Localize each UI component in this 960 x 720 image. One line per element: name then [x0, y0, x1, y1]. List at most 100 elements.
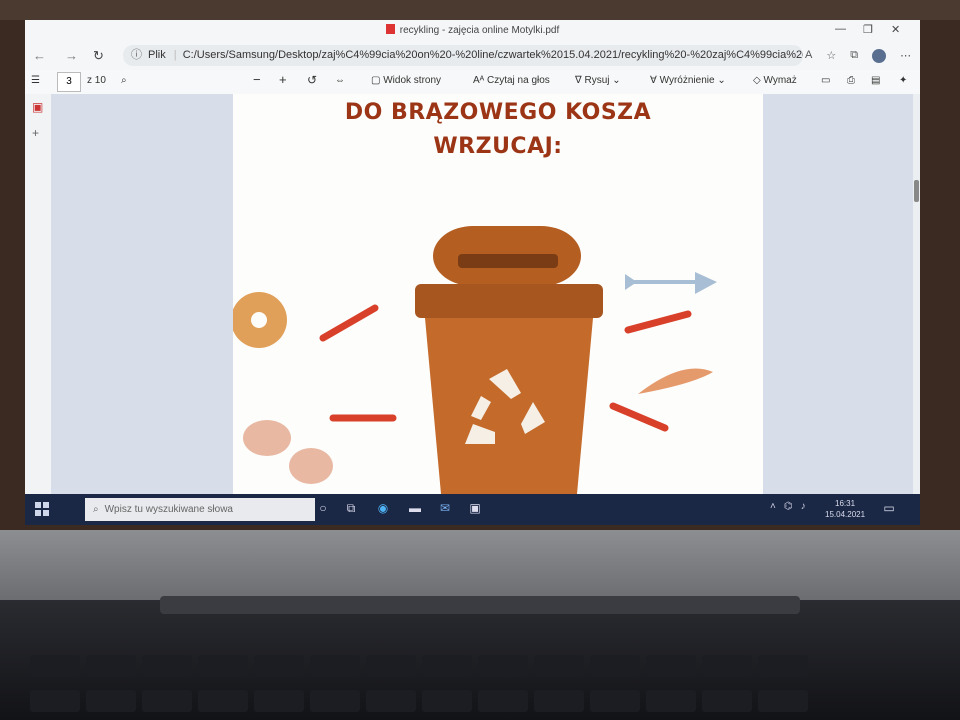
- rotate-icon[interactable]: ↺: [307, 73, 317, 87]
- window-title-text: recykling - zajęcia online Motylki.pdf: [399, 25, 560, 36]
- zoom-in-button[interactable]: +: [279, 72, 287, 87]
- pdf-page: DO BRĄZOWEGO KOSZA WRZUCAJ:: [233, 94, 763, 494]
- chevron-down-icon: ⌄: [612, 75, 621, 86]
- key: [534, 690, 584, 712]
- print-icon[interactable]: ⎙: [847, 75, 855, 86]
- key: [702, 690, 752, 712]
- info-icon: ⓘ: [131, 49, 142, 61]
- network-icon[interactable]: ⌬: [784, 501, 793, 512]
- file-explorer-icon[interactable]: ▬: [407, 501, 423, 517]
- pdf-toolbar: ☰ 3 z 10 ⌕ − + ↺ ⇔ ▢ Widok strony Aᴬ Czy…: [25, 70, 920, 95]
- windows-taskbar: ⌕ Wpisz tu wyszukiwane słowa ○ ⧉ ◉ ▬ ✉ ▣ …: [25, 494, 920, 525]
- key: [254, 655, 304, 677]
- key: [142, 655, 192, 677]
- refresh-icon[interactable]: ↻: [93, 48, 104, 64]
- draw-label: Rysuj: [584, 75, 610, 86]
- key: [142, 690, 192, 712]
- key: [646, 690, 696, 712]
- key: [422, 655, 472, 677]
- arrows-layer: [319, 304, 692, 432]
- laptop-lid-bottom: [0, 530, 960, 600]
- page-view-icon: ▢: [371, 75, 381, 86]
- scrollbar-thumb[interactable]: [914, 180, 919, 202]
- erase-button[interactable]: ◇ Wymaż: [753, 75, 797, 86]
- task-view-icon[interactable]: ⧉: [343, 501, 359, 517]
- vertical-scrollbar[interactable]: [913, 94, 920, 494]
- key: [366, 690, 416, 712]
- notifications-icon[interactable]: ▭: [881, 501, 897, 517]
- read-aloud-label: Czytaj na głos: [486, 75, 550, 86]
- key: [198, 655, 248, 677]
- windows-start-icon[interactable]: [35, 502, 49, 516]
- new-tab-plus-icon[interactable]: +: [32, 126, 39, 140]
- eraser-icon: ◇: [753, 75, 761, 86]
- read-aloud-icon[interactable]: A: [805, 49, 812, 63]
- page-view-button[interactable]: ▢ Widok strony: [371, 75, 441, 86]
- collections-icon[interactable]: ⧉: [850, 49, 858, 63]
- minimize-icon[interactable]: —: [835, 23, 846, 35]
- key: [702, 655, 752, 677]
- taskbar-clock[interactable]: 16:31 15.04.2021: [825, 498, 865, 520]
- highlight-button[interactable]: ∀ Wyróżnienie ⌄: [650, 75, 726, 86]
- maximize-icon[interactable]: ❐: [863, 23, 873, 36]
- key: [758, 690, 808, 712]
- laptop-keyboard: [0, 600, 960, 720]
- arrow-fish: [624, 310, 692, 334]
- key: [758, 655, 808, 677]
- number-key-row: [30, 690, 808, 712]
- taskbar-search-placeholder: Wpisz tu wyszukiwane słowa: [104, 504, 233, 515]
- key: [366, 655, 416, 677]
- chevron-up-icon[interactable]: ˄: [770, 501, 776, 512]
- url-field[interactable]: ⓘ Plik | C:/Users/Samsung/Desktop/zaj%C4%9…: [123, 45, 803, 66]
- forward-arrow-icon[interactable]: →: [65, 48, 78, 63]
- table-of-contents-icon[interactable]: ☰: [31, 75, 40, 86]
- function-key-row: [30, 655, 808, 677]
- draw-button[interactable]: ∇ Rysuj ⌄: [575, 75, 621, 86]
- key: [422, 690, 472, 712]
- key: [534, 655, 584, 677]
- page-view-label: Widok strony: [383, 75, 442, 86]
- read-aloud-button[interactable]: Aᴬ Czytaj na głos: [473, 75, 550, 86]
- url-text: C:/Users/Samsung/Desktop/zaj%C4%99cia%20…: [182, 49, 803, 61]
- comment-icon[interactable]: ▭: [821, 75, 830, 86]
- taskbar-search-input[interactable]: ⌕ Wpisz tu wyszukiwane słowa: [85, 498, 315, 521]
- erase-label: Wymaż: [763, 75, 797, 86]
- key: [310, 690, 360, 712]
- fit-to-width-icon[interactable]: ⇔: [335, 75, 345, 86]
- volume-icon[interactable]: ♪: [801, 501, 806, 512]
- browser-address-bar: ← → ↻ ⓘ Plik | C:/Users/Samsung/Desktop/za…: [25, 42, 920, 70]
- system-tray: ˄ ⌬ ♪: [770, 501, 806, 512]
- pin-icon[interactable]: ✦: [899, 75, 907, 86]
- search-icon: ⌕: [93, 504, 99, 515]
- find-icon[interactable]: ⌕: [121, 75, 127, 86]
- key: [30, 690, 80, 712]
- read-aloud-icon: Aᴬ: [473, 75, 485, 86]
- zoom-out-button[interactable]: −: [253, 72, 261, 87]
- pdf-viewer[interactable]: DO BRĄZOWEGO KOSZA WRZUCAJ:: [51, 94, 917, 494]
- back-arrow-icon[interactable]: ←: [33, 48, 46, 63]
- key: [478, 655, 528, 677]
- save-icon[interactable]: ▤: [871, 75, 880, 86]
- key: [86, 655, 136, 677]
- key: [646, 655, 696, 677]
- edge-browser-icon[interactable]: ◉: [375, 501, 391, 517]
- window-title-bar: recykling - zajęcia online Motylki.pdf —…: [25, 20, 920, 42]
- profile-avatar[interactable]: [872, 49, 887, 63]
- favorites-star-icon[interactable]: ☆: [826, 49, 836, 63]
- laptop-screen: recykling - zajęcia online Motylki.pdf —…: [25, 20, 920, 525]
- arrow-carrot: [609, 402, 669, 432]
- scheme-label: Plik: [148, 49, 166, 61]
- pdf-tab-icon[interactable]: ▣: [32, 100, 43, 114]
- store-icon[interactable]: ▣: [467, 501, 483, 517]
- key: [86, 690, 136, 712]
- more-menu-icon[interactable]: ⋯: [900, 49, 911, 63]
- page-number-input[interactable]: 3: [57, 72, 81, 92]
- cortana-icon[interactable]: ○: [315, 501, 331, 517]
- close-icon[interactable]: ✕: [891, 23, 900, 36]
- highlight-label: Wyróżnienie: [659, 75, 715, 86]
- pdf-file-icon: [385, 24, 395, 34]
- mail-icon[interactable]: ✉: [437, 501, 453, 517]
- screen-bezel-top: [0, 0, 960, 20]
- clock-time: 16:31: [835, 499, 856, 508]
- key: [590, 655, 640, 677]
